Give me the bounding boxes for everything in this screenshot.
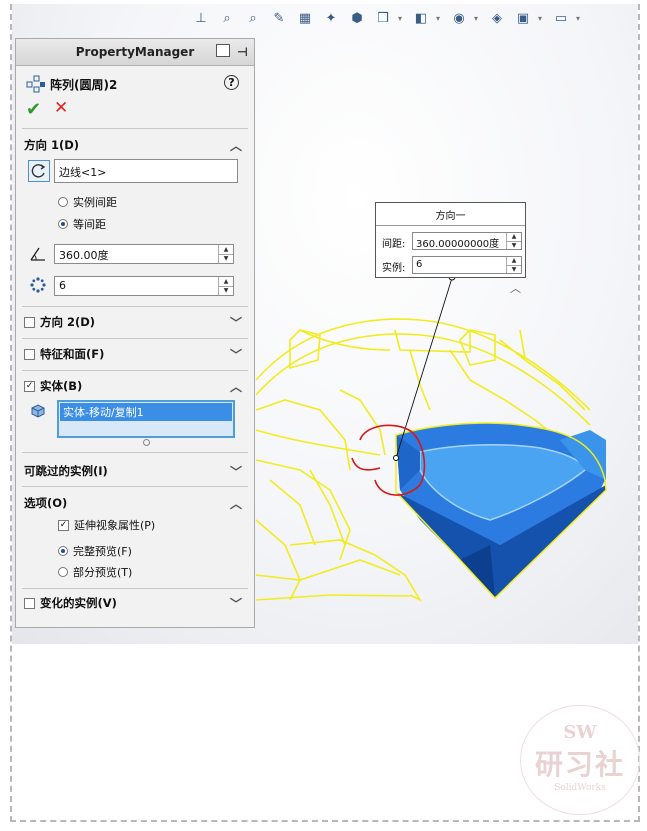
pattern-axis-field[interactable]: 边线<1> — [54, 159, 238, 183]
angle-spinner[interactable]: ▲ ▼ — [218, 245, 233, 263]
callout-spacing-label: 间距: — [382, 239, 406, 250]
chevron-down-icon[interactable]: ﹀ — [230, 463, 242, 480]
radio-full-preview-button[interactable] — [58, 546, 68, 556]
radio-equal-spacing[interactable]: 等间距 — [58, 216, 106, 232]
callout-instances-label: 实例: — [382, 263, 406, 274]
pm-header-title: PropertyManager — [75, 45, 195, 59]
pattern-axis-value: 边线<1> — [59, 166, 107, 179]
radio-equal-spacing-button[interactable] — [58, 219, 68, 229]
solid-body-icon — [28, 401, 48, 421]
chevron-down-icon[interactable]: ﹀ — [230, 346, 242, 363]
pin-icon[interactable]: ⊣ — [237, 45, 248, 59]
section-direction1-header[interactable]: 方向 1(D) ︿ — [24, 135, 246, 155]
divider — [22, 452, 248, 453]
section-options-header[interactable]: 选项(O) ︿ — [24, 493, 246, 513]
callout-instances-field[interactable]: 6 ▲ ▼ — [412, 256, 522, 274]
watermark-top: SW — [563, 722, 597, 743]
ok-button[interactable]: ✔ — [26, 99, 41, 120]
direction-callout: 方向一 间距: 360.00000000度 ▲ ▼ 实例: 6 ▲ ▼ — [375, 202, 526, 278]
section-bodies-header[interactable]: ✓ 实体(B) ︿ — [24, 376, 246, 396]
radio-instance-spacing-button[interactable] — [58, 197, 68, 207]
section-varying-label: 变化的实例(V) — [40, 596, 117, 610]
chevron-up-icon[interactable]: ︿ — [230, 378, 242, 395]
propagate-visual-label: 延伸视象属性(P) — [74, 519, 156, 532]
divider — [22, 486, 248, 487]
red-stroke-annotation — [351, 457, 381, 471]
radio-instance-spacing-label: 实例间距 — [73, 196, 117, 209]
angle-value: 360.00度 — [59, 249, 109, 262]
section-features-label: 特征和面(F) — [40, 347, 105, 361]
divider — [22, 306, 248, 307]
divider — [22, 370, 248, 371]
watermark-middle: 研习社 — [534, 748, 625, 781]
callout-instances-value: 6 — [416, 259, 423, 270]
divider — [22, 338, 248, 339]
divider — [22, 588, 248, 589]
chevron-down-icon[interactable]: ﹀ — [230, 314, 242, 331]
instance-count-field[interactable]: 6 ▲ ▼ — [54, 276, 234, 296]
propagate-visual-checkbox[interactable]: ✓ — [58, 519, 69, 531]
section-direction2-label: 方向 2(D) — [40, 315, 96, 329]
callout-instances-spinner[interactable]: ▲ ▼ — [506, 257, 521, 273]
propagate-visual-row[interactable]: ✓ 延伸视象属性(P) — [58, 517, 155, 533]
section-varying-header[interactable]: 变化的实例(V) ﹀ — [24, 593, 246, 613]
features-checkbox[interactable] — [24, 348, 35, 360]
circular-pattern-icon — [26, 75, 45, 93]
bodies-selection-list[interactable]: 实体-移动/复制1 — [57, 400, 235, 438]
section-skip-header[interactable]: 可跳过的实例(I) ﹀ — [24, 461, 246, 481]
callout-title: 方向一 — [376, 203, 525, 226]
feature-title: 阵列(圆周)2 — [26, 73, 246, 95]
section-bodies-label: 实体(B) — [40, 379, 83, 393]
configuration-icon[interactable] — [216, 44, 230, 57]
radio-instance-spacing[interactable]: 实例间距 — [58, 194, 117, 210]
watermark-logo: SW 研习社 SolidWorks — [520, 705, 640, 815]
radio-full-preview[interactable]: 完整预览(F) — [58, 543, 132, 559]
radio-partial-preview[interactable]: 部分预览(T) — [58, 564, 132, 580]
list-item[interactable]: 实体-移动/复制1 — [60, 403, 232, 421]
axis-point — [393, 455, 399, 461]
direction2-checkbox[interactable] — [24, 316, 35, 328]
section-skip-label: 可跳过的实例(I) — [24, 464, 108, 478]
radio-partial-preview-label: 部分预览(T) — [73, 566, 133, 579]
section-features-header[interactable]: 特征和面(F) ﹀ — [24, 344, 246, 364]
help-icon[interactable]: ? — [224, 75, 239, 90]
chevron-down-icon[interactable]: ﹀ — [230, 595, 242, 612]
divider — [22, 128, 248, 129]
section-direction1-label: 方向 1(D) — [24, 138, 80, 152]
instance-count-icon — [28, 275, 48, 295]
section-options-label: 选项(O) — [24, 496, 68, 510]
cancel-button[interactable]: ✕ — [54, 98, 68, 118]
bodies-checkbox[interactable]: ✓ — [24, 380, 35, 392]
watermark-bottom: SolidWorks — [554, 783, 606, 793]
property-manager: PropertyManager ⊣ 阵列(圆周)2 ? ✔ ✕ 方向 1(D) … — [15, 38, 255, 628]
pm-header: PropertyManager ⊣ — [16, 39, 254, 66]
radio-equal-spacing-label: 等间距 — [73, 218, 106, 231]
chevron-up-icon[interactable]: ︿ — [230, 495, 242, 512]
instance-count-value: 6 — [59, 279, 66, 292]
callout-spacing-spinner[interactable]: ▲ ▼ — [506, 233, 521, 249]
callout-spacing-value: 360.00000000度 — [416, 239, 500, 250]
section-direction2-header[interactable]: 方向 2(D) ﹀ — [24, 312, 246, 332]
radio-full-preview-label: 完整预览(F) — [73, 545, 132, 558]
feature-title-text: 阵列(圆周)2 — [50, 77, 118, 92]
reverse-direction-icon[interactable] — [28, 160, 50, 182]
chevron-up-icon[interactable]: ︿ — [510, 280, 521, 296]
varying-checkbox[interactable] — [24, 597, 35, 609]
angle-field[interactable]: 360.00度 ▲ ▼ — [54, 244, 234, 264]
instance-count-spinner[interactable]: ▲ ▼ — [218, 277, 233, 295]
chevron-up-icon[interactable]: ︿ — [230, 137, 242, 154]
callout-spacing-field[interactable]: 360.00000000度 ▲ ▼ — [412, 232, 522, 250]
resize-handle[interactable] — [143, 439, 150, 446]
radio-partial-preview-button[interactable] — [58, 567, 68, 577]
pattern-body — [395, 422, 607, 600]
angle-icon — [28, 243, 48, 263]
